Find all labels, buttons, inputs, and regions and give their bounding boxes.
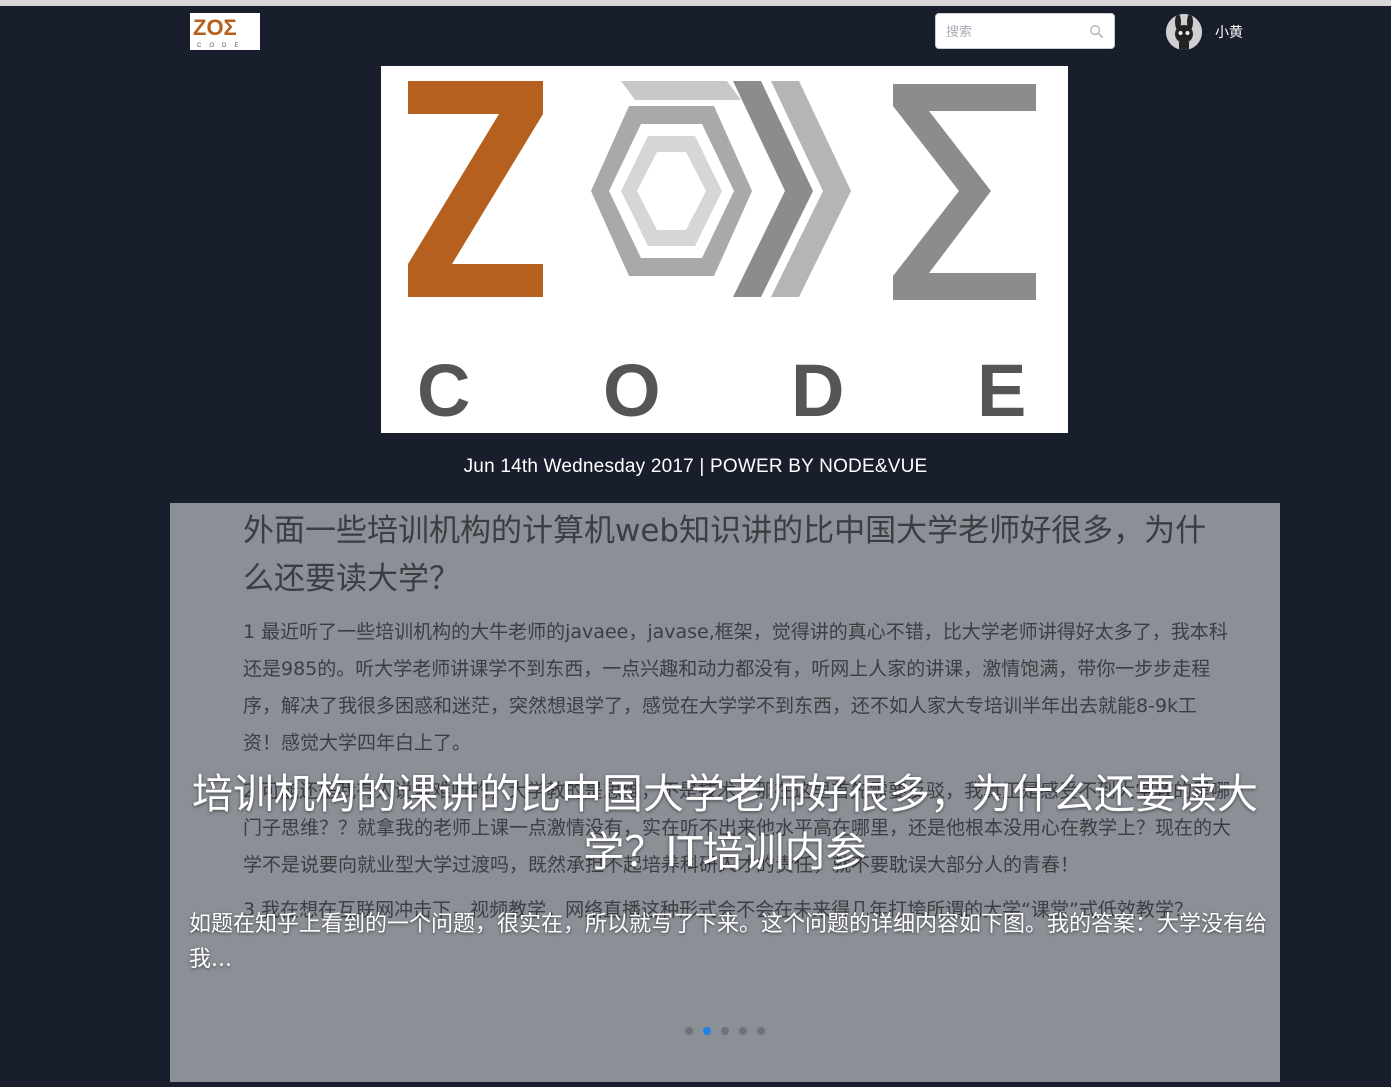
- carousel-dot-5[interactable]: [757, 1027, 765, 1035]
- username[interactable]: 小黄: [1215, 22, 1243, 42]
- avatar-bunny-icon: [1166, 14, 1202, 50]
- user-avatar[interactable]: [1166, 14, 1202, 50]
- carousel-dot-2[interactable]: [703, 1027, 711, 1035]
- slide-caption-title[interactable]: 培训机构的课讲的比中国大学老师好很多，为什么还要读大学？IT培训内参: [170, 765, 1280, 881]
- nav-logo-graphic: ZOΣ CODE: [193, 15, 246, 49]
- logo-letter-z: [408, 81, 543, 297]
- nav-logo-word: CODE: [197, 43, 246, 49]
- browser-top-line: [0, 0, 1391, 6]
- search-box[interactable]: [935, 13, 1115, 50]
- date-tagline: Jun 14th Wednesday 2017 | POWER BY NODE&…: [463, 456, 928, 477]
- search-icon[interactable]: [1089, 24, 1104, 39]
- article-carousel[interactable]: 外面一些培训机构的计算机web知识讲的比中国大学老师好很多，为什么还要读大学？ …: [170, 503, 1280, 1082]
- nav-logo[interactable]: ZOΣ CODE: [190, 13, 260, 50]
- search-input[interactable]: [944, 14, 1088, 50]
- carousel-dot-3[interactable]: [721, 1027, 729, 1035]
- hero-logo: C O D E: [381, 66, 1068, 433]
- slide-image-paragraph-1: 1 最近听了一些培训机构的大牛老师的javaee，javase,框架，觉得讲的真…: [243, 621, 1228, 754]
- nav-logo-z: ZOΣ: [193, 15, 237, 40]
- slide-image-question-title: 外面一些培训机构的计算机web知识讲的比中国大学老师好很多，为什么还要读大学？: [243, 513, 1207, 597]
- logo-letter-e: E: [977, 349, 1026, 432]
- logo-letter-o: O: [603, 349, 661, 432]
- carousel-dot-1[interactable]: [685, 1027, 693, 1035]
- logo-top-bar: [621, 81, 741, 100]
- logo-letter-sigma: [893, 84, 1036, 300]
- logo-letter-c: C: [417, 349, 470, 432]
- logo-letter-d: D: [791, 349, 844, 432]
- carousel-dot-4[interactable]: [739, 1027, 747, 1035]
- slide-caption-description: 如题在知乎上看到的一个问题，很实在，所以就写了下来。这个问题的详细内容如下图。我…: [189, 912, 1268, 972]
- carousel-indicators: [170, 1027, 1280, 1035]
- zoe-code-logo: C O D E: [408, 81, 1036, 432]
